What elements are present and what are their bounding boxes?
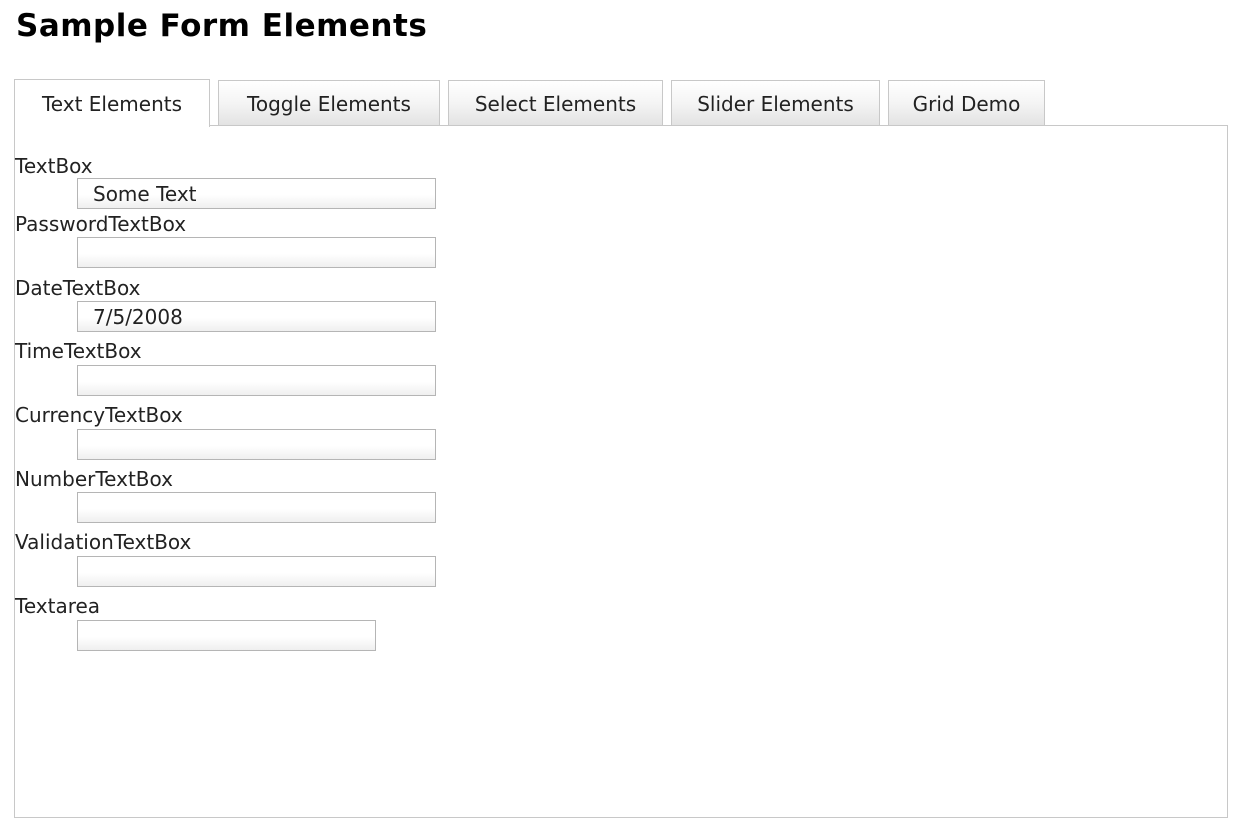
password-textbox-input[interactable] (77, 237, 436, 268)
textbox-input[interactable] (77, 178, 436, 209)
currency-textbox-label: CurrencyTextBox (15, 403, 183, 427)
textarea-label: Textarea (15, 594, 101, 618)
date-textbox-label: DateTextBox (15, 276, 141, 300)
tab-toggle-elements[interactable]: Toggle Elements (218, 80, 440, 126)
text-elements-panel: TextBox PasswordTextBox DateTextBox Time… (14, 125, 1228, 818)
validation-textbox-input[interactable] (77, 556, 436, 587)
textarea-input[interactable] (77, 620, 376, 651)
page: Sample Form Elements Text Elements Toggl… (0, 0, 1233, 825)
validation-textbox-label: ValidationTextBox (15, 530, 192, 554)
tab-text-elements[interactable]: Text Elements (14, 79, 210, 127)
currency-textbox-input[interactable] (77, 429, 436, 460)
number-textbox-label: NumberTextBox (15, 467, 173, 491)
date-textbox-input[interactable] (77, 301, 436, 332)
time-textbox-input[interactable] (77, 365, 436, 396)
textbox-label: TextBox (15, 154, 93, 178)
password-textbox-label: PasswordTextBox (15, 212, 187, 236)
tab-bar: Text Elements Toggle Elements Select Ele… (14, 79, 1053, 127)
tab-slider-elements[interactable]: Slider Elements (671, 80, 880, 126)
number-textbox-input[interactable] (77, 492, 436, 523)
tab-select-elements[interactable]: Select Elements (448, 80, 663, 126)
tab-grid-demo[interactable]: Grid Demo (888, 80, 1045, 126)
time-textbox-label: TimeTextBox (15, 339, 142, 363)
page-title: Sample Form Elements (16, 8, 428, 44)
